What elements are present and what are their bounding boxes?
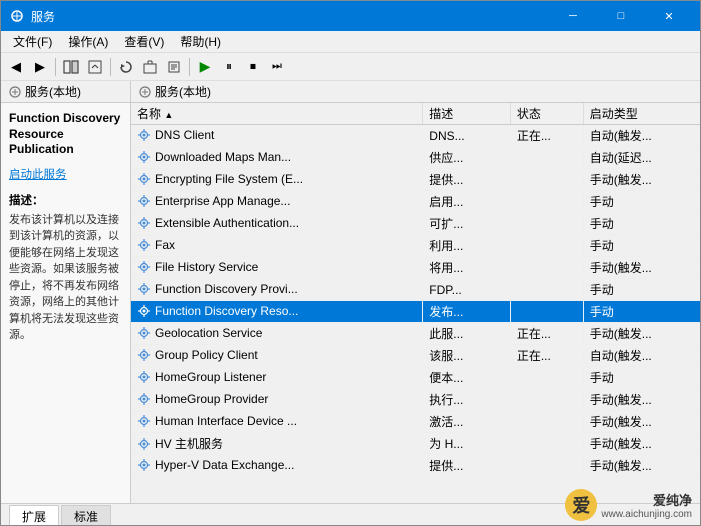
refresh-button[interactable]	[115, 56, 137, 78]
table-row[interactable]: Fax利用...手动	[131, 235, 700, 257]
col-header-start[interactable]: 启动类型	[583, 103, 700, 125]
watermark: 爱 爱纯净 www.aichunjing.com	[565, 489, 692, 521]
col-header-name[interactable]: 名称 ▲	[131, 103, 423, 125]
left-panel: Function Discovery Resource Publication …	[1, 103, 131, 503]
right-panel: 名称 ▲ 描述 状态 启动类型 DNS ClientDNS...正在...自动(…	[131, 103, 700, 503]
menu-help[interactable]: 帮助(H)	[172, 31, 229, 52]
watermark-logo: 爱	[565, 489, 597, 521]
toolbar-sep-1	[55, 58, 56, 76]
services-right-icon	[139, 86, 151, 98]
service-description: 发布该计算机以及连接到该计算机的资源，以便能够在网络上发现这些资源。如果该服务被…	[9, 212, 122, 344]
left-panel-header: 服务(本地)	[25, 83, 81, 100]
menu-action[interactable]: 操作(A)	[60, 31, 116, 52]
toolbar: ◀ ▶ ▶ ⏸ ⏹ ⏭	[1, 53, 700, 81]
play-button[interactable]: ▶	[194, 56, 216, 78]
forward-button[interactable]: ▶	[29, 56, 51, 78]
table-row[interactable]: Geolocation Service此服...正在...手动(触发...	[131, 323, 700, 345]
properties-button[interactable]	[163, 56, 185, 78]
tab-extended[interactable]: 扩展	[9, 505, 59, 526]
tab-standard[interactable]: 标准	[61, 505, 111, 526]
table-row[interactable]: DNS ClientDNS...正在...自动(触发...	[131, 125, 700, 147]
window-controls: ─ □ ✕	[550, 1, 692, 31]
minimize-button[interactable]: ─	[550, 1, 596, 31]
start-service-link[interactable]: 启动此服务	[9, 166, 67, 182]
stop-button[interactable]: ⏹	[242, 56, 264, 78]
window-title: 服务	[31, 8, 55, 25]
pause-button[interactable]: ⏸	[218, 56, 240, 78]
table-row[interactable]: HV 主机服务为 H...手动(触发...	[131, 433, 700, 455]
table-row[interactable]: HomeGroup Listener便本...手动	[131, 367, 700, 389]
close-button[interactable]: ✕	[646, 1, 692, 31]
toolbar-sep-3	[189, 58, 190, 76]
services-table: 名称 ▲ 描述 状态 启动类型 DNS ClientDNS...正在...自动(…	[131, 103, 700, 503]
desc-label: 描述：	[9, 195, 44, 207]
services-local-icon	[9, 86, 21, 98]
table-row[interactable]: Function Discovery Reso...发布...手动	[131, 301, 700, 323]
table-row[interactable]: Group Policy Client该服...正在...自动(触发...	[131, 345, 700, 367]
table-row[interactable]: Encrypting File System (E...提供...手动(触发..…	[131, 169, 700, 191]
table-row[interactable]: File History Service将用...手动(触发...	[131, 257, 700, 279]
table-row[interactable]: HomeGroup Provider执行...手动(触发...	[131, 389, 700, 411]
back-button[interactable]: ◀	[5, 56, 27, 78]
restart-button[interactable]: ⏭	[266, 56, 288, 78]
show-hide-button[interactable]	[60, 56, 82, 78]
panel-header-row: 服务(本地) 服务(本地)	[1, 81, 700, 103]
col-header-status[interactable]: 状态	[510, 103, 583, 125]
toolbar-sep-2	[110, 58, 111, 76]
col-header-desc[interactable]: 描述	[423, 103, 511, 125]
table-header-row: 名称 ▲ 描述 状态 启动类型	[131, 103, 700, 125]
table-row[interactable]: Downloaded Maps Man...供应...自动(延迟...	[131, 147, 700, 169]
table-row[interactable]: Enterprise App Manage...启用...手动	[131, 191, 700, 213]
up-button[interactable]	[84, 56, 106, 78]
right-panel-header: 服务(本地)	[155, 83, 211, 100]
menu-view[interactable]: 查看(V)	[116, 31, 172, 52]
menu-bar: 文件(F) 操作(A) 查看(V) 帮助(H)	[1, 31, 700, 53]
table-row[interactable]: Function Discovery Provi...FDP...手动	[131, 279, 700, 301]
menu-file[interactable]: 文件(F)	[5, 31, 60, 52]
maximize-button[interactable]: □	[598, 1, 644, 31]
watermark-text: 爱纯净 www.aichunjing.com	[601, 490, 692, 520]
window-icon	[9, 8, 25, 24]
export-button[interactable]	[139, 56, 161, 78]
selected-service-name: Function Discovery Resource Publication	[9, 111, 122, 158]
table-row[interactable]: Human Interface Device ...激活...手动(触发...	[131, 411, 700, 433]
table-row[interactable]: Extensible Authentication...可扩...手动	[131, 213, 700, 235]
table-row[interactable]: Hyper-V Data Exchange...提供...手动(触发...	[131, 455, 700, 477]
title-bar: 服务 ─ □ ✕	[1, 1, 700, 31]
